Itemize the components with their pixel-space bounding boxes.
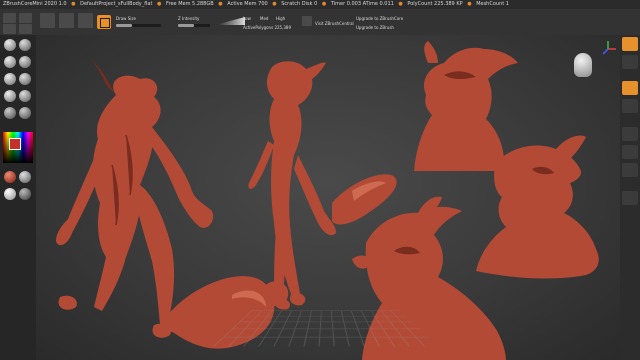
z-intensity-label: Z Intensity <box>178 16 200 21</box>
level-med[interactable]: Med <box>260 16 268 21</box>
z-intensity-slider[interactable] <box>178 24 210 27</box>
draw-size-label: Draw Size <box>116 16 136 21</box>
visit-zbrushcentral-link[interactable]: Visit ZBrushCentral <box>315 21 354 26</box>
z-intensity-fill <box>178 24 194 27</box>
lightbox-icon[interactable] <box>19 13 32 23</box>
title-sep-icon: ● <box>71 1 76 7</box>
alpha-icon[interactable] <box>19 107 31 119</box>
trim-brush-icon[interactable] <box>19 90 31 102</box>
spotlight-icon[interactable] <box>3 24 16 34</box>
transp-icon[interactable] <box>622 191 638 205</box>
toolbar-left-icons <box>0 9 36 35</box>
canvas-viewport[interactable] <box>36 35 620 360</box>
title-project: DefaultProject_sFullBody_flat <box>80 1 153 7</box>
edit-icon[interactable] <box>78 13 93 28</box>
title-timer: Timer 0.003 ATime 0.011 <box>330 1 394 7</box>
home-icon[interactable] <box>3 13 16 23</box>
title-sep-icon: ● <box>218 1 223 7</box>
white-material-icon[interactable] <box>4 188 16 200</box>
move-icon[interactable] <box>622 55 638 69</box>
symmetry-icon[interactable] <box>40 13 55 28</box>
draw-size-slider[interactable] <box>116 24 161 27</box>
zadd-icon[interactable] <box>19 24 32 34</box>
bpr-icon[interactable] <box>302 16 312 26</box>
frame-icon[interactable] <box>622 37 638 51</box>
clay-material-icon[interactable] <box>19 171 31 183</box>
pinch-brush-icon[interactable] <box>19 73 31 85</box>
title-sep-icon: ● <box>272 1 277 7</box>
dynamesh-icon[interactable] <box>59 13 74 28</box>
title-active-mem: Active Mem 700 <box>227 1 268 7</box>
right-panel <box>620 35 640 360</box>
title-sep-icon: ● <box>398 1 403 7</box>
title-polycount: PolyCount 225.389 KP <box>407 1 463 7</box>
move-brush-icon[interactable] <box>19 39 31 51</box>
title-bar: ZBrushCoreMini 2020 1.0 ● DefaultProject… <box>0 0 640 9</box>
app-title: ZBrushCoreMini 2020 1.0 <box>3 1 67 7</box>
title-free-mem: Free Mem 5.288GB <box>166 1 214 7</box>
title-sep-icon: ● <box>157 1 162 7</box>
brush-shelf <box>0 35 36 360</box>
perspective-icon[interactable] <box>622 127 638 141</box>
level-high[interactable]: High <box>276 16 285 21</box>
axis-gizmo[interactable] <box>598 39 618 59</box>
level-low[interactable]: Low <box>243 16 251 21</box>
creature-figure-left <box>56 57 289 349</box>
standard-brush-icon[interactable] <box>4 39 16 51</box>
dam-standard-brush-icon[interactable] <box>4 90 16 102</box>
title-sep-icon: ● <box>321 1 327 7</box>
navigation-head-icon[interactable] <box>574 53 592 77</box>
title-scratch-disk: Scratch Disk 0 <box>281 1 318 7</box>
draw-size-fill <box>116 24 132 27</box>
stroke-icon[interactable] <box>4 107 16 119</box>
inflate-brush-icon[interactable] <box>4 73 16 85</box>
clay-brush-icon[interactable] <box>4 56 16 68</box>
draw-button[interactable] <box>97 15 111 29</box>
title-sep-icon: ● <box>467 1 472 7</box>
smooth-brush-icon[interactable] <box>19 56 31 68</box>
active-polygons: ActivePolygons 225,389 <box>243 25 291 30</box>
rotate-icon[interactable] <box>622 99 638 113</box>
creature-bust-top <box>414 41 518 171</box>
polyframe-icon[interactable] <box>622 163 638 177</box>
scale-icon[interactable] <box>622 81 638 95</box>
title-meshcount: MeshCount 1 <box>476 1 509 7</box>
floor-grid <box>212 310 440 347</box>
upgrade-core-link[interactable]: Upgrade to ZBrushCore <box>356 16 403 21</box>
red-wax-material-icon[interactable] <box>4 171 16 183</box>
floor-icon[interactable] <box>622 145 638 159</box>
basic-material-icon[interactable] <box>19 188 31 200</box>
upgrade-zbrush-link[interactable]: Upgrade to ZBrush <box>356 25 394 30</box>
